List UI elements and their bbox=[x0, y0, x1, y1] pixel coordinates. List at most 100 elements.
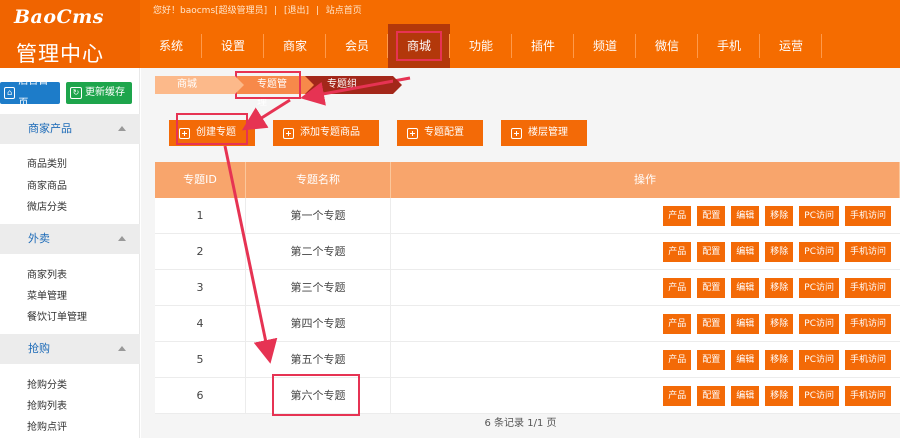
op-edit-button[interactable]: 编辑 bbox=[731, 313, 760, 334]
sidebar-group-merchant-products[interactable]: 商家产品 bbox=[0, 114, 140, 144]
op-pc-visit-button[interactable]: PC访问 bbox=[799, 349, 839, 370]
collapse-icon bbox=[118, 126, 126, 131]
topic-id: 6 bbox=[155, 378, 246, 413]
annotation-box-breadcrumb bbox=[235, 71, 301, 99]
topic-id: 1 bbox=[155, 198, 246, 233]
op-product-button[interactable]: 产品 bbox=[663, 349, 692, 370]
op-product-button[interactable]: 产品 bbox=[663, 277, 692, 298]
plus-icon bbox=[511, 127, 522, 139]
op-product-button[interactable]: 产品 bbox=[663, 385, 692, 406]
op-mobile-visit-button[interactable]: 手机访问 bbox=[844, 205, 891, 226]
sidebar-item[interactable]: 餐饮订单管理 bbox=[27, 308, 87, 323]
op-remove-button[interactable]: 移除 bbox=[765, 313, 794, 334]
sidebar-item[interactable]: 微店分类 bbox=[27, 198, 67, 213]
breadcrumb-mall[interactable]: 商城 bbox=[155, 76, 244, 94]
op-mobile-visit-button[interactable]: 手机访问 bbox=[844, 349, 891, 370]
row-operations: 产品 配置 编辑 移除 PC访问 手机访问 bbox=[391, 198, 900, 233]
nav-merchant[interactable]: 商家 bbox=[264, 24, 326, 68]
logo: BaoCms bbox=[14, 6, 104, 28]
topic-name: 第一个专题 bbox=[246, 198, 391, 233]
op-product-button[interactable]: 产品 bbox=[663, 313, 692, 334]
op-edit-button[interactable]: 编辑 bbox=[731, 241, 760, 262]
topic-id: 4 bbox=[155, 306, 246, 341]
sidebar-item[interactable]: 商家商品 bbox=[27, 177, 67, 192]
sidebar-item[interactable]: 抢购分类 bbox=[27, 376, 67, 391]
floor-manage-button[interactable]: 楼层管理 bbox=[501, 120, 587, 146]
annotation-box-row6 bbox=[272, 374, 360, 416]
op-config-button[interactable]: 配置 bbox=[697, 241, 726, 262]
op-mobile-visit-button[interactable]: 手机访问 bbox=[844, 277, 891, 298]
op-product-button[interactable]: 产品 bbox=[663, 205, 692, 226]
table-row: 6 第六个专题 产品 配置 编辑 移除 PC访问 手机访问 bbox=[155, 378, 900, 414]
op-mobile-visit-button[interactable]: 手机访问 bbox=[844, 313, 891, 334]
op-edit-button[interactable]: 编辑 bbox=[731, 205, 760, 226]
table-header: 专题ID 专题名称 操作 bbox=[155, 162, 900, 198]
admin-home-button[interactable]: ⌂ 后台首页 bbox=[0, 76, 60, 109]
op-product-button[interactable]: 产品 bbox=[663, 241, 692, 262]
nav-system[interactable]: 系统 bbox=[140, 24, 202, 68]
logo-area: BaoCms 管理中心 bbox=[0, 0, 140, 68]
row-operations: 产品 配置 编辑 移除 PC访问 手机访问 bbox=[391, 306, 900, 341]
topbar-sep: | bbox=[315, 6, 319, 16]
main-content: 商城 专题管理 专题组 创建专题 添加专题商品 专题配置 楼层管理 专题ID 专… bbox=[141, 68, 900, 438]
table-row: 1 第一个专题 产品 配置 编辑 移除 PC访问 手机访问 bbox=[155, 198, 900, 234]
logout-link[interactable]: [退出] bbox=[284, 6, 309, 16]
add-topic-product-button[interactable]: 添加专题商品 bbox=[273, 120, 379, 146]
nav-wechat[interactable]: 微信 bbox=[636, 24, 698, 68]
op-config-button[interactable]: 配置 bbox=[697, 385, 726, 406]
nav-channel[interactable]: 频道 bbox=[574, 24, 636, 68]
op-remove-button[interactable]: 移除 bbox=[765, 205, 794, 226]
sidebar: ⌂ 后台首页 ↻ 更新缓存 商家产品 商品类别 商家商品 微店分类 外卖 商家列… bbox=[0, 68, 140, 438]
breadcrumb-label: 专题组 bbox=[327, 79, 357, 90]
row-operations: 产品 配置 编辑 移除 PC访问 手机访问 bbox=[391, 378, 900, 413]
breadcrumb-topic-group[interactable]: 专题组 bbox=[305, 76, 402, 94]
op-remove-button[interactable]: 移除 bbox=[765, 241, 794, 262]
group-title: 商家产品 bbox=[28, 122, 72, 135]
collapse-icon bbox=[118, 236, 126, 241]
sidebar-item[interactable]: 抢购点评 bbox=[27, 418, 67, 433]
op-config-button[interactable]: 配置 bbox=[697, 313, 726, 334]
sidebar-group-groupbuy[interactable]: 抢购 bbox=[0, 334, 140, 364]
table-row: 2 第二个专题 产品 配置 编辑 移除 PC访问 手机访问 bbox=[155, 234, 900, 270]
nav-mall[interactable]: 商城 bbox=[388, 24, 450, 68]
op-edit-button[interactable]: 编辑 bbox=[731, 277, 760, 298]
site-home-link[interactable]: 站点首页 bbox=[326, 6, 362, 16]
op-config-button[interactable]: 配置 bbox=[697, 349, 726, 370]
nav-settings[interactable]: 设置 bbox=[202, 24, 264, 68]
header-ops: 操作 bbox=[391, 162, 900, 198]
nav-plugin[interactable]: 插件 bbox=[512, 24, 574, 68]
op-pc-visit-button[interactable]: PC访问 bbox=[799, 277, 839, 298]
op-pc-visit-button[interactable]: PC访问 bbox=[799, 205, 839, 226]
highlight-box bbox=[396, 31, 442, 61]
op-remove-button[interactable]: 移除 bbox=[765, 277, 794, 298]
sidebar-group-takeout[interactable]: 外卖 bbox=[0, 224, 140, 254]
nav-operation[interactable]: 运营 bbox=[760, 24, 822, 68]
sidebar-item[interactable]: 抢购列表 bbox=[27, 397, 67, 412]
sidebar-item[interactable]: 菜单管理 bbox=[27, 287, 67, 302]
op-pc-visit-button[interactable]: PC访问 bbox=[799, 313, 839, 334]
refresh-cache-button[interactable]: ↻ 更新缓存 bbox=[66, 82, 132, 104]
op-edit-button[interactable]: 编辑 bbox=[731, 385, 760, 406]
nav-function[interactable]: 功能 bbox=[450, 24, 512, 68]
table-row: 3 第三个专题 产品 配置 编辑 移除 PC访问 手机访问 bbox=[155, 270, 900, 306]
button-label: 楼层管理 bbox=[528, 127, 568, 138]
op-pc-visit-button[interactable]: PC访问 bbox=[799, 241, 839, 262]
op-config-button[interactable]: 配置 bbox=[697, 277, 726, 298]
button-label: 添加专题商品 bbox=[300, 127, 360, 138]
topbar-sep: | bbox=[274, 6, 278, 16]
op-edit-button[interactable]: 编辑 bbox=[731, 349, 760, 370]
op-config-button[interactable]: 配置 bbox=[697, 205, 726, 226]
nav-mobile[interactable]: 手机 bbox=[698, 24, 760, 68]
op-mobile-visit-button[interactable]: 手机访问 bbox=[844, 385, 891, 406]
nav-member[interactable]: 会员 bbox=[326, 24, 388, 68]
header: BaoCms 管理中心 您好！baocms[超级管理员] | [退出] | 站点… bbox=[0, 0, 900, 68]
admin-home-label: 后台首页 bbox=[18, 76, 49, 109]
pagination-info: 6 条记录 1/1 页 bbox=[484, 418, 557, 429]
sidebar-item[interactable]: 商品类别 bbox=[27, 155, 67, 170]
sidebar-item[interactable]: 商家列表 bbox=[27, 266, 67, 281]
op-mobile-visit-button[interactable]: 手机访问 bbox=[844, 241, 891, 262]
op-remove-button[interactable]: 移除 bbox=[765, 349, 794, 370]
topic-config-button[interactable]: 专题配置 bbox=[397, 120, 483, 146]
op-remove-button[interactable]: 移除 bbox=[765, 385, 794, 406]
op-pc-visit-button[interactable]: PC访问 bbox=[799, 385, 839, 406]
